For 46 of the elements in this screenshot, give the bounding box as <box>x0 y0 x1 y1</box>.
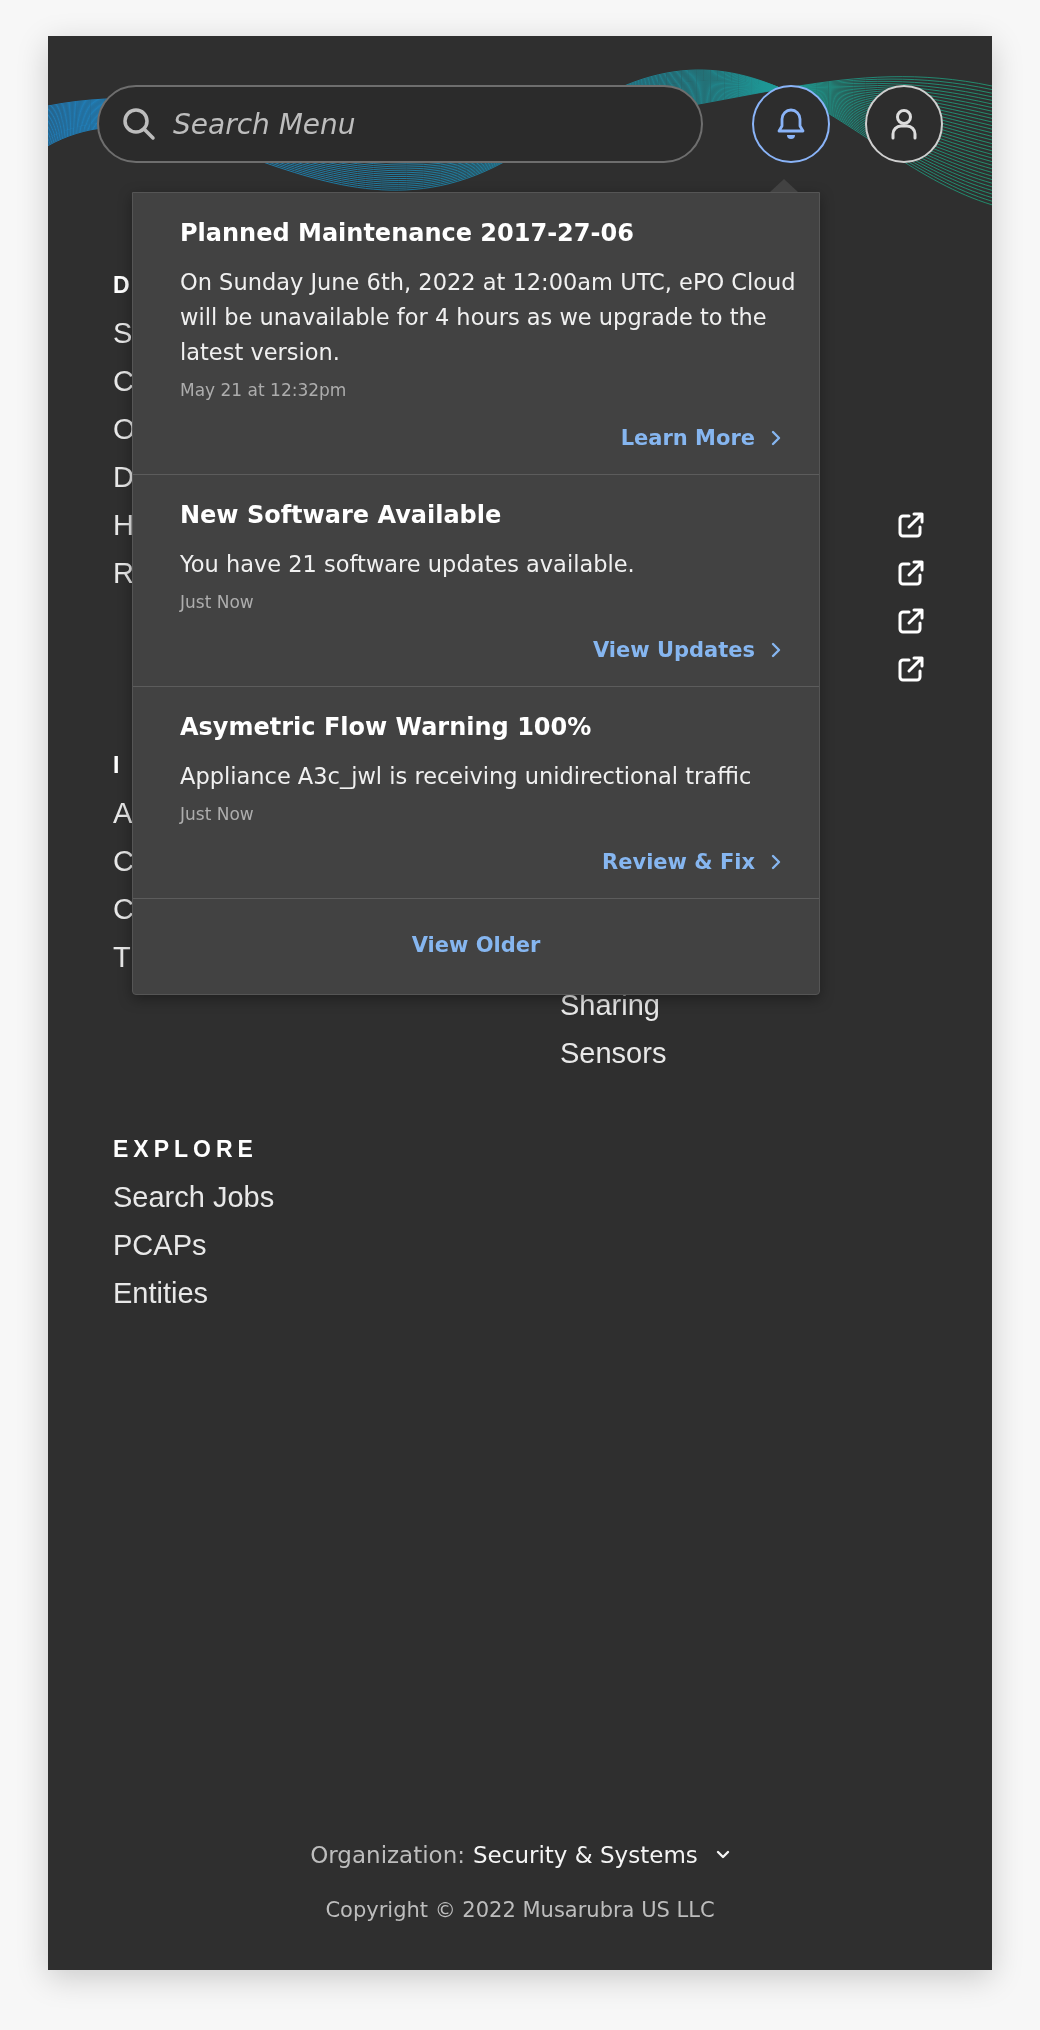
notification-time: May 21 at 12:32pm <box>180 379 348 402</box>
menu-link[interactable]: Search Jobs <box>113 1173 275 1221</box>
menu-link[interactable]: R <box>113 549 134 597</box>
menu-link[interactable]: PCAPs <box>113 1221 207 1269</box>
external-link-icon[interactable] <box>897 655 925 683</box>
menu-link[interactable]: H <box>113 501 134 549</box>
menu-link[interactable]: C <box>113 357 134 405</box>
notification-time: Just Now <box>180 803 255 826</box>
organization-label: Organization: <box>310 1842 465 1868</box>
notification-title: New Software Available <box>180 500 503 531</box>
chevron-down-icon <box>715 1850 730 1860</box>
menu-link[interactable]: S <box>113 309 133 357</box>
organization-dropdown[interactable]: Security & Systems <box>473 1842 730 1868</box>
external-link-icon[interactable] <box>897 607 925 635</box>
menu-link[interactable]: Entities <box>113 1269 209 1317</box>
notification-time: Just Now <box>180 591 255 614</box>
copyright-text: Copyright © 2022 Musarubra US LLC <box>325 1898 715 1922</box>
notification-title: Planned Maintenance 2017-27-06 <box>180 218 635 249</box>
chevron-icon <box>771 854 781 870</box>
external-link-icon[interactable] <box>897 511 925 539</box>
menu-link[interactable]: T <box>113 933 131 981</box>
external-link-icon[interactable] <box>897 559 925 587</box>
search-field[interactable]: Search Menu <box>97 85 703 163</box>
menu-link[interactable]: C <box>113 837 134 885</box>
section-heading: EXPLORE <box>113 1135 258 1164</box>
chevron-icon <box>771 642 781 658</box>
menu-link[interactable]: D <box>113 453 134 501</box>
section-heading: D <box>113 271 135 300</box>
notification-action-link[interactable]: View Updates <box>592 634 781 666</box>
chevron-icon <box>771 430 781 446</box>
notification-action-link[interactable]: Learn More <box>620 422 781 454</box>
notifications-button[interactable] <box>752 85 830 163</box>
menu-link[interactable]: A <box>113 789 133 837</box>
section-heading: I <box>113 751 125 780</box>
view-older-link[interactable]: View Older <box>411 929 541 961</box>
notification-title: Asymetric Flow Warning 100% <box>180 712 593 743</box>
user-icon <box>889 108 919 140</box>
search-icon <box>121 106 157 142</box>
notification-message: You have 21 software updates available. <box>180 550 636 579</box>
notification-message: Appliance A3c_jwl is receiving unidirectional traffic <box>180 762 753 791</box>
menu-link[interactable]: C <box>113 885 134 933</box>
notification-message: On Sunday June 6th, 2022 at 12:00am UTC, ePO Cloud will be unavailable for 4 hours as we upgrade to the latest version. <box>180 268 797 367</box>
notification-action-link[interactable]: Review & Fix <box>602 846 781 878</box>
account-button[interactable] <box>865 85 943 163</box>
bell-icon <box>775 107 807 141</box>
menu-link[interactable]: Sensors <box>560 1029 667 1077</box>
